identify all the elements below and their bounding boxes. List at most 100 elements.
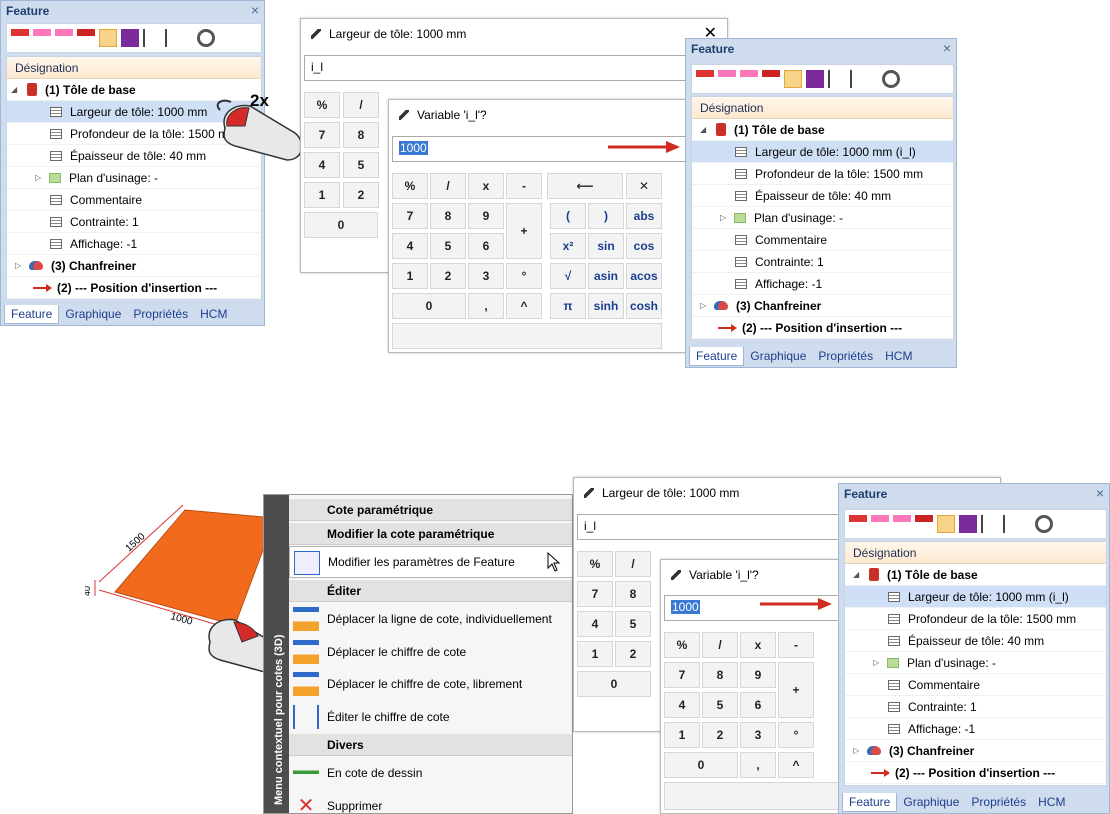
tab-graphique[interactable]: Graphique bbox=[897, 793, 965, 811]
key[interactable]: x² bbox=[550, 233, 586, 259]
key[interactable]: √ bbox=[550, 263, 586, 289]
tree-item[interactable]: ▷ (3) Chanfreiner bbox=[692, 295, 953, 317]
key[interactable]: / bbox=[343, 92, 379, 118]
key[interactable]: , bbox=[740, 752, 776, 778]
key[interactable]: 3 bbox=[740, 722, 776, 748]
sort-icon-2[interactable] bbox=[1003, 515, 1021, 533]
key[interactable]: ( bbox=[550, 203, 586, 229]
key[interactable]: 6 bbox=[468, 233, 504, 259]
sort-icon-2[interactable] bbox=[850, 70, 868, 88]
key[interactable]: ° bbox=[778, 722, 814, 748]
key[interactable]: sin bbox=[588, 233, 624, 259]
tree-item[interactable]: Contrainte: 1 bbox=[692, 251, 953, 273]
tree-item[interactable]: Affichage: -1 bbox=[7, 233, 261, 255]
key[interactable]: / bbox=[430, 173, 466, 199]
key[interactable]: % bbox=[577, 551, 613, 577]
key[interactable]: ) bbox=[588, 203, 624, 229]
tree-item[interactable]: Largeur de tôle: 1000 mm (i_l) bbox=[692, 141, 953, 163]
key[interactable]: 7 bbox=[577, 581, 613, 607]
tab-hcm[interactable]: HCM bbox=[194, 305, 233, 323]
tree-item[interactable]: Contrainte: 1 bbox=[845, 696, 1106, 718]
key[interactable]: 2 bbox=[615, 641, 651, 667]
tree-item[interactable]: Commentaire bbox=[7, 189, 261, 211]
tree-item[interactable]: ◢ (1) Tôle de base bbox=[692, 119, 953, 141]
key[interactable]: 3 bbox=[468, 263, 504, 289]
key[interactable]: 7 bbox=[304, 122, 340, 148]
toolbar-icon-4[interactable] bbox=[762, 70, 780, 88]
toolbar-icon-3[interactable] bbox=[740, 70, 758, 88]
key[interactable]: + bbox=[778, 662, 814, 718]
toolbar-icon-2[interactable] bbox=[718, 70, 736, 88]
tab-graphique[interactable]: Graphique bbox=[744, 347, 812, 365]
toolbar-icon-5[interactable] bbox=[784, 70, 802, 88]
clear-icon[interactable]: ✕ bbox=[626, 173, 662, 199]
tab-feature[interactable]: Feature bbox=[689, 346, 745, 366]
empty-key[interactable] bbox=[392, 323, 662, 349]
tree-item[interactable]: ▷ Plan d'usinage: - bbox=[845, 652, 1106, 674]
key[interactable]: 4 bbox=[664, 692, 700, 718]
tree-item[interactable]: Profondeur de la tôle: 1500 mm bbox=[692, 163, 953, 185]
tree-item[interactable]: Commentaire bbox=[692, 229, 953, 251]
tree-item[interactable]: ▷ (3) Chanfreiner bbox=[7, 255, 261, 277]
key[interactable]: - bbox=[506, 173, 542, 199]
tree-item[interactable]: Profondeur de la tôle: 1500 mm bbox=[845, 608, 1106, 630]
key[interactable]: 4 bbox=[392, 233, 428, 259]
tree-item[interactable]: ◢ (1) Tôle de base bbox=[845, 564, 1106, 586]
close-icon[interactable]: × bbox=[251, 2, 259, 18]
toolbar-icon-1[interactable] bbox=[849, 515, 867, 533]
toolbar-icon-2[interactable] bbox=[871, 515, 889, 533]
key[interactable]: , bbox=[468, 293, 504, 319]
toolbar-icon-6[interactable] bbox=[959, 515, 977, 533]
key[interactable]: % bbox=[664, 632, 700, 658]
menu-item-move-dim-text[interactable]: Déplacer le chiffre de cote bbox=[289, 636, 572, 668]
tree-item[interactable]: Épaisseur de tôle: 40 mm bbox=[845, 630, 1106, 652]
tab-hcm[interactable]: HCM bbox=[879, 347, 918, 365]
key[interactable]: 8 bbox=[615, 581, 651, 607]
toolbar-icon-4[interactable] bbox=[915, 515, 933, 533]
key[interactable]: ° bbox=[506, 263, 542, 289]
key[interactable]: acos bbox=[626, 263, 662, 289]
toolbar-icon-4[interactable] bbox=[77, 29, 95, 47]
key[interactable]: 1 bbox=[304, 182, 340, 208]
menu-item-edit-dim-text[interactable]: Éditer le chiffre de cote bbox=[289, 701, 572, 733]
close-icon[interactable]: × bbox=[1096, 485, 1104, 501]
key[interactable]: cos bbox=[626, 233, 662, 259]
key[interactable]: 8 bbox=[702, 662, 738, 688]
toolbar-icon-1[interactable] bbox=[11, 29, 29, 47]
key[interactable]: 1 bbox=[577, 641, 613, 667]
toolbar-icon-3[interactable] bbox=[55, 29, 73, 47]
key[interactable]: 8 bbox=[430, 203, 466, 229]
sort-icon-2[interactable] bbox=[165, 29, 183, 47]
gear-icon[interactable] bbox=[882, 70, 900, 88]
sort-icon-1[interactable] bbox=[143, 29, 161, 47]
tab-hcm[interactable]: HCM bbox=[1032, 793, 1071, 811]
menu-item-move-dim-text-free[interactable]: Déplacer le chiffre de cote, librement bbox=[289, 668, 572, 700]
key[interactable]: cosh bbox=[626, 293, 662, 319]
key[interactable]: 2 bbox=[430, 263, 466, 289]
key[interactable]: 2 bbox=[702, 722, 738, 748]
key[interactable]: x bbox=[740, 632, 776, 658]
key[interactable]: 9 bbox=[468, 203, 504, 229]
key[interactable]: 0 bbox=[304, 212, 378, 238]
tab-proprietes[interactable]: Propriétés bbox=[812, 347, 879, 365]
key[interactable]: / bbox=[615, 551, 651, 577]
key[interactable]: 6 bbox=[740, 692, 776, 718]
tree-item[interactable]: (2) --- Position d'insertion --- bbox=[7, 277, 261, 299]
key[interactable]: - bbox=[778, 632, 814, 658]
toolbar-icon-1[interactable] bbox=[696, 70, 714, 88]
tree-item[interactable]: ▷ Plan d'usinage: - bbox=[692, 207, 953, 229]
toolbar-icon-5[interactable] bbox=[99, 29, 117, 47]
menu-item-to-drawing-dim[interactable]: En cote de dessin bbox=[289, 757, 572, 789]
tab-feature[interactable]: Feature bbox=[4, 304, 60, 324]
tree-item[interactable]: ▷ Plan d'usinage: - bbox=[7, 167, 261, 189]
menu-item-modify-feature[interactable]: Modifier les paramètres de Feature bbox=[289, 546, 572, 578]
tree-item[interactable]: ▷ (3) Chanfreiner bbox=[845, 740, 1106, 762]
key[interactable]: / bbox=[702, 632, 738, 658]
key[interactable]: 7 bbox=[664, 662, 700, 688]
key[interactable]: 1 bbox=[664, 722, 700, 748]
tree-item[interactable]: (2) --- Position d'insertion --- bbox=[692, 317, 953, 339]
key[interactable]: 5 bbox=[615, 611, 651, 637]
key[interactable]: 0 bbox=[664, 752, 738, 778]
tree-item[interactable]: Contrainte: 1 bbox=[7, 211, 261, 233]
menu-item-delete[interactable]: ✕ Supprimer bbox=[289, 790, 572, 813]
